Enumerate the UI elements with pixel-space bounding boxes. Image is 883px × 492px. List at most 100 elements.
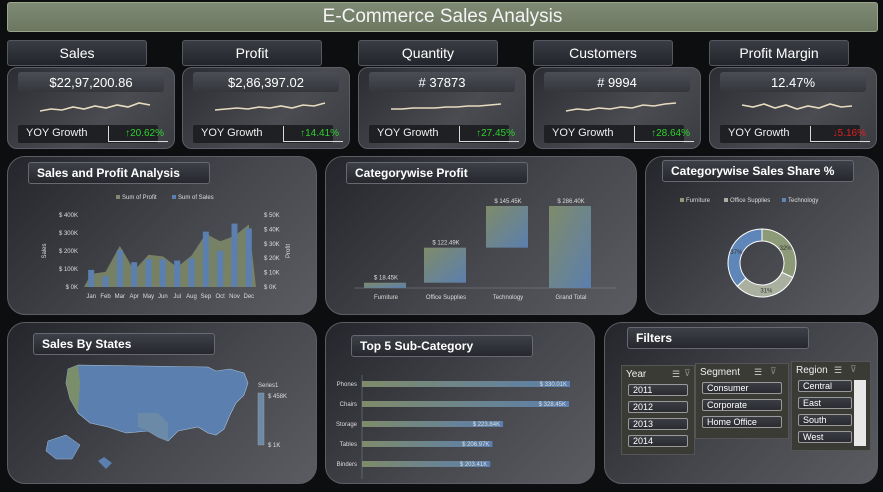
filter-option-region[interactable]: East: [798, 397, 852, 409]
x-tick: Furniture: [374, 295, 399, 301]
y-tick: Phones: [337, 382, 357, 388]
multi-select-icon[interactable]: ☰: [672, 369, 680, 380]
kpi-sparkline-line: [741, 103, 853, 110]
filter-option-segment[interactable]: Consumer: [702, 382, 782, 394]
waterfall-bar: [424, 247, 466, 283]
clear-filter-icon[interactable]: ⊽: [850, 364, 857, 375]
kpi-sparkline: [214, 102, 326, 111]
y-axis-label: Sales: [42, 243, 48, 258]
us-map-alaska: [45, 434, 81, 460]
filter-option-segment[interactable]: Corporate: [702, 399, 782, 411]
filter-option-year[interactable]: 2011: [628, 384, 688, 396]
kpi-sparkline-line: [39, 102, 151, 112]
category-share-title: Categorywise Sales Share %: [662, 160, 854, 182]
y-tick: $ 400K: [59, 213, 78, 219]
waterfall-bar: [364, 282, 406, 288]
multi-select-icon[interactable]: ☰: [834, 365, 842, 376]
kpi-sparkline: [39, 102, 151, 112]
legend-sales: Sum of Sales: [178, 195, 214, 201]
us-map: Series1 $ 458K $ 1K: [45, 364, 287, 469]
sales-bar: [159, 259, 166, 287]
sales-profit-title: Sales and Profit Analysis: [28, 162, 210, 184]
sales-bar: [102, 276, 109, 287]
kpi-sparkline: [741, 103, 853, 110]
kpi-title-3: Customers: [533, 40, 673, 66]
kpi-card-1: $2,86,397.02 YOY Growth ↑14.41%: [182, 67, 350, 149]
sales-bar: [188, 258, 195, 287]
legend-item: Furniture: [686, 198, 711, 204]
clear-filter-icon[interactable]: ⊽: [684, 368, 691, 379]
sales-bar: [231, 223, 238, 287]
filter-option-year[interactable]: 2012: [628, 401, 688, 413]
y-tick: $ 0K: [66, 285, 78, 291]
kpi-sparkline-line: [565, 102, 677, 112]
sales-bar: [217, 250, 224, 287]
slice-label: 37%: [730, 250, 743, 256]
kpi-value: # 9994: [544, 72, 690, 92]
kpi-yoy-label: YOY Growth: [377, 127, 439, 139]
x-tick: Feb: [100, 294, 111, 300]
x-tick: Apr: [129, 294, 138, 300]
y-tick: Binders: [337, 462, 357, 468]
top5-chart: $ 330.01K Phones $ 328.45K Chairs $ 223.84K S…: [336, 375, 570, 479]
top5-title: Top 5 Sub-Category: [351, 335, 533, 357]
kpi-yoy-value: ↑27.45%: [459, 126, 519, 142]
y2-tick: $ 20K: [264, 256, 280, 262]
kpi-yoy-label: YOY Growth: [201, 127, 263, 139]
region-scrollbar[interactable]: [854, 380, 866, 446]
filter-option-year[interactable]: 2013: [628, 418, 688, 430]
bar-label: $ 330.01K: [540, 382, 567, 388]
kpi-title-4: Profit Margin: [709, 40, 849, 66]
kpi-value: $2,86,397.02: [193, 72, 339, 92]
legend-swatch: [680, 198, 684, 202]
multi-select-icon[interactable]: ☰: [754, 367, 762, 378]
sales-bar: [116, 250, 123, 287]
x-tick: Sep: [200, 294, 211, 300]
kpi-yoy-label: YOY Growth: [26, 127, 88, 139]
bar-label: $ 286.40K: [557, 199, 584, 205]
x-tick: Grand Total: [556, 295, 587, 301]
x-tick: Mar: [115, 294, 125, 300]
kpi-yoy-value: ↑14.41%: [283, 126, 343, 142]
filter-option-region[interactable]: Central: [798, 380, 852, 392]
filter-option-region[interactable]: West: [798, 431, 852, 443]
bar-label: $ 328.45K: [539, 402, 566, 408]
bar-label: $ 203.41K: [460, 462, 487, 468]
donut-slice: [761, 228, 797, 279]
filters-panel: Filters Year ☰ ⊽ 2011 2012 2013 2014 Segmen…: [604, 322, 878, 484]
sales-bar: [174, 260, 181, 287]
filter-option-segment[interactable]: Home Office: [702, 416, 782, 428]
map-legend-max: $ 458K: [268, 394, 287, 400]
kpi-value: 12.47%: [720, 72, 866, 92]
legend-swatch: [782, 198, 786, 202]
clear-filter-icon[interactable]: ⊽: [770, 366, 777, 377]
filter-option-region[interactable]: South: [798, 414, 852, 426]
kpi-yoy-label: YOY Growth: [728, 127, 790, 139]
waterfall-bar: [486, 206, 528, 248]
kpi-value: # 37873: [369, 72, 515, 92]
kpi-value: $22,97,200.86: [18, 72, 164, 92]
sales-bar: [131, 262, 138, 287]
kpi-title-1: Profit: [182, 40, 322, 66]
year-slicer-label: Year: [626, 369, 647, 380]
top5-panel: Top 5 Sub-Category $ 330.01K Phones $ 328.…: [325, 322, 595, 484]
bar-label: $ 122.49K: [432, 241, 459, 247]
kpi-card-0: $22,97,200.86 YOY Growth ↑20.62%: [7, 67, 175, 149]
kpi-title-0: Sales: [7, 40, 147, 66]
filters-title: Filters: [627, 327, 809, 349]
kpi-sparkline-line: [214, 102, 326, 111]
y2-tick: $ 10K: [264, 271, 280, 277]
y-tick: Storage: [336, 422, 358, 428]
segment-slicer-label: Segment: [700, 367, 741, 378]
kpi-sparkline: [391, 103, 502, 110]
bar-label: $ 18.45K: [374, 276, 398, 282]
category-profit-panel: Categorywise Profit $ 18.45K Furniture $ 1…: [325, 156, 637, 315]
x-tick: Aug: [186, 294, 197, 300]
y-tick: $ 200K: [59, 249, 78, 255]
x-tick: Office Supplies: [426, 295, 466, 301]
filter-option-year[interactable]: 2014: [628, 435, 688, 447]
states-panel: Sales By States Series1 $ 458K $ 1K: [7, 322, 317, 484]
x-tick: Nov: [229, 294, 240, 300]
y2-tick: $ 0K: [264, 285, 276, 291]
profit-area: [84, 224, 256, 287]
